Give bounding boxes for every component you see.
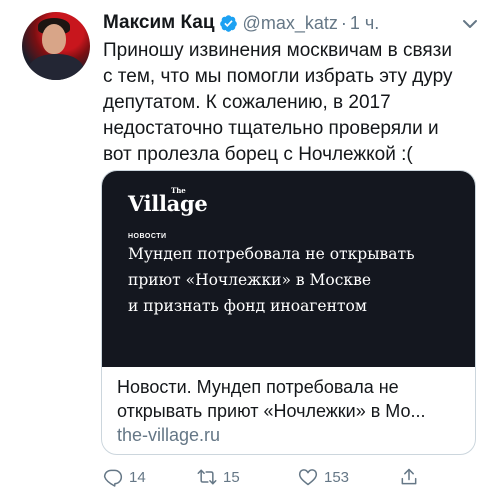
author-name[interactable]: Максим Кац [103, 12, 215, 34]
retweet-icon [197, 469, 217, 485]
tweet-timestamp[interactable]: 1 ч. [350, 13, 379, 34]
reply-icon [103, 469, 123, 487]
card-section-tag: НОВОСТИ [128, 233, 167, 240]
verified-badge-icon [219, 14, 238, 33]
logo-wordmark: Village [128, 191, 208, 216]
card-image-headline: Мундеп потребовала не открывать приют «Н… [128, 245, 415, 315]
header-separator: · [340, 12, 347, 33]
author-handle[interactable]: @max_katz [243, 13, 338, 34]
share-button[interactable] [399, 466, 419, 488]
retweet-button[interactable]: 15 [197, 466, 240, 488]
card-meta: Новости. Мундеп потребовала не открывать… [102, 367, 475, 447]
reply-count: 14 [129, 468, 146, 486]
tweet-text: Приношу извинения москвичам в связи с те… [103, 40, 453, 165]
logo-the: The [171, 186, 186, 195]
link-card[interactable]: Village The НОВОСТИ Мундеп потребовала н… [101, 170, 476, 455]
like-count: 153 [324, 468, 350, 486]
avatar-face [42, 24, 66, 54]
heart-icon [298, 469, 318, 486]
card-title-line-1: Новости. Мундеп потребовала не [117, 377, 399, 397]
the-village-logo: Village The [128, 186, 208, 216]
card-title-line-2: открывать приют «Ночлежки» в Мо... [117, 401, 426, 421]
retweet-count: 15 [223, 468, 240, 486]
like-button[interactable]: 153 [298, 466, 349, 488]
reply-button[interactable]: 14 [103, 466, 146, 488]
share-icon [401, 468, 417, 485]
author-avatar[interactable] [22, 12, 90, 80]
chevron-down-icon[interactable] [460, 14, 480, 34]
card-image: Village The НОВОСТИ Мундеп потребовала н… [102, 171, 475, 367]
card-domain: the-village.ru [117, 425, 221, 445]
avatar-body [28, 54, 84, 80]
tweet-header: Максим Кац @max_katz · 1 ч. [103, 10, 484, 36]
card-title: Новости. Мундеп потребовала не открывать… [117, 375, 461, 423]
